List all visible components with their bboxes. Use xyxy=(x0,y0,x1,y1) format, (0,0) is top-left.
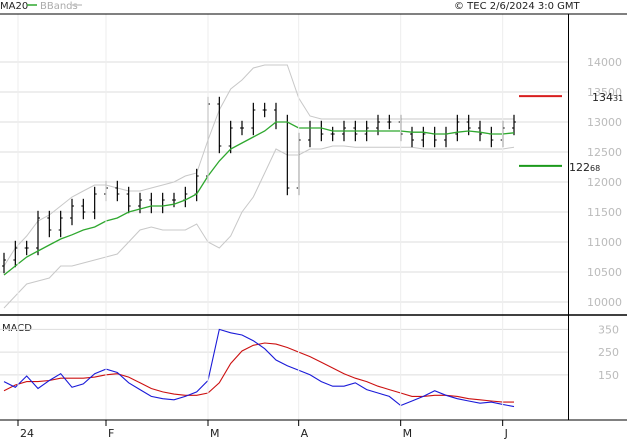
x-tick-label: 24 xyxy=(20,427,34,440)
bb-upper-line xyxy=(3,64,514,267)
support-label: 12268 xyxy=(569,161,600,174)
legend: MA20 BBands © TEC 2/6/2024 3:0 GMT xyxy=(0,1,581,12)
macd-y-tick: 350 xyxy=(598,323,619,336)
bbands-legend-label: BBands xyxy=(40,1,78,12)
x-tick-label: F xyxy=(108,427,114,440)
price-y-tick: 14000 xyxy=(587,56,622,69)
price-y-tick: 10500 xyxy=(587,266,622,279)
macd-title: MACD xyxy=(2,323,32,334)
macd-y-tick: 150 xyxy=(598,369,619,382)
ma-legend-label: MA20 xyxy=(0,1,28,12)
price-y-tick: 12000 xyxy=(587,176,622,189)
x-tick-label: M xyxy=(403,427,413,440)
x-tick-label: M xyxy=(210,427,220,440)
price-panel: 1400013500130001250012000115001100010500… xyxy=(0,56,623,309)
price-y-tick: 12500 xyxy=(587,146,622,159)
x-tick-label: J xyxy=(504,427,508,440)
chart-svg: MA20 BBands © TEC 2/6/2024 3:0 GMT 14000… xyxy=(0,1,627,440)
price-y-tick: 11500 xyxy=(587,206,622,219)
source-label: © TEC 2/6/2024 3:0 GMT xyxy=(454,1,581,12)
bb-lower-line xyxy=(3,145,515,309)
ma20-line xyxy=(3,121,515,276)
price-y-tick: 11000 xyxy=(587,236,622,249)
macd-y-tick: 250 xyxy=(598,346,619,359)
x-tick-label: A xyxy=(301,427,309,440)
macd-panel: MACD 350 250 150 xyxy=(0,323,619,408)
chart-root: MA20 BBands © TEC 2/6/2024 3:0 GMT 14000… xyxy=(0,0,627,440)
price-y-tick: 10000 xyxy=(587,296,622,309)
price-y-tick: 13000 xyxy=(587,116,622,129)
